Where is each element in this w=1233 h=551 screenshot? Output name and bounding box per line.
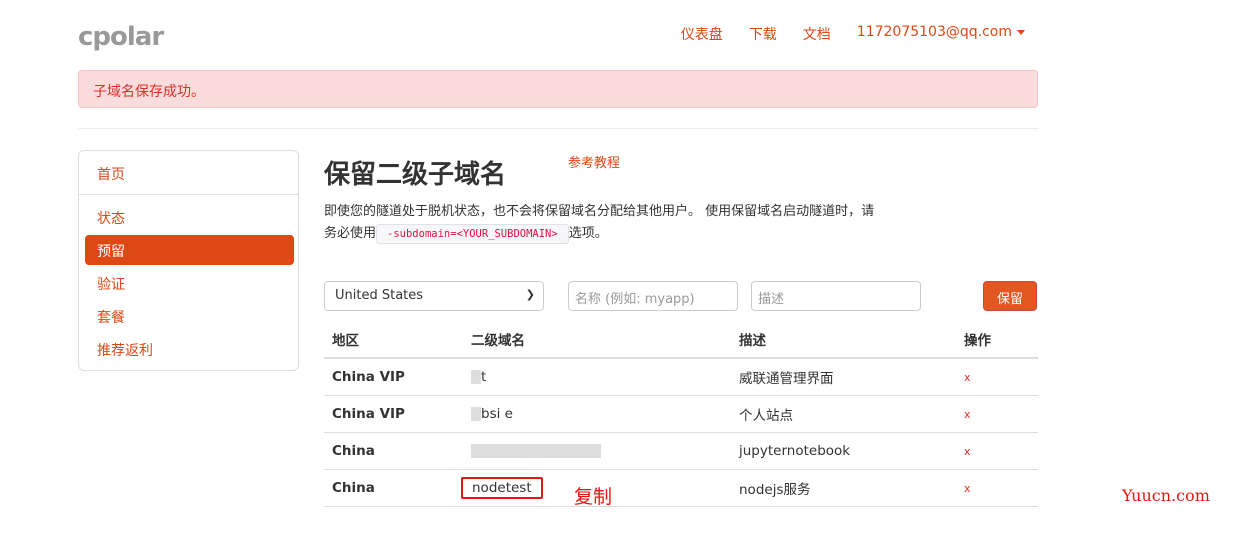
sidebar: 首页 状态 预留 验证 套餐 推荐返利 [78, 150, 299, 371]
table-row: China nodetest nodejs服务 x [324, 469, 1038, 507]
nav-dashboard[interactable]: 仪表盘 [681, 24, 723, 44]
col-action: 操作 [956, 320, 1038, 359]
sidebar-divider [79, 194, 298, 195]
table-row: China VIP bsi e 个人站点 x [324, 395, 1038, 433]
nav-download[interactable]: 下载 [749, 24, 777, 44]
delete-icon[interactable]: x [964, 408, 971, 421]
user-email: 1172075103@qq.com [856, 24, 1012, 40]
caret-down-icon [1017, 29, 1025, 35]
row-domain: bsi e [463, 395, 731, 433]
region-select[interactable]: United States ❯ [324, 281, 544, 311]
row-domain [463, 432, 731, 470]
subdomain-code: -subdomain=<YOUR_SUBDOMAIN> [376, 224, 569, 244]
name-input[interactable]: 名称 (例如: myapp) [568, 281, 738, 311]
delete-icon[interactable]: x [964, 445, 971, 458]
row-desc: nodejs服务 [731, 469, 956, 507]
row-domain: t [463, 358, 731, 396]
sidebar-item-referral[interactable]: 推荐返利 [85, 334, 294, 364]
col-description: 描述 [731, 320, 956, 359]
top-nav: 仪表盘 下载 文档 1172075103@qq.com [681, 24, 1025, 44]
col-region: 地区 [324, 320, 463, 359]
sidebar-item-verify[interactable]: 验证 [85, 268, 294, 298]
watermark: Yuucn.com [1122, 486, 1210, 505]
description-input[interactable]: 描述 [751, 281, 921, 311]
delete-icon[interactable]: x [964, 371, 971, 384]
region-value: United States [335, 288, 424, 303]
page-title: 保留二级子域名 [324, 160, 507, 190]
row-region: China VIP [324, 358, 463, 396]
row-region: China [324, 469, 463, 507]
sidebar-item-home[interactable]: 首页 [85, 158, 294, 188]
sidebar-item-status[interactable]: 状态 [85, 202, 294, 232]
reserve-button[interactable]: 保留 [983, 281, 1037, 311]
table-row: China jupyternotebook x [324, 432, 1038, 470]
nav-docs[interactable]: 文档 [803, 24, 831, 44]
row-region: China [324, 432, 463, 470]
tutorial-link[interactable]: 参考教程 [568, 152, 620, 171]
col-subdomain: 二级域名 [463, 320, 731, 359]
copy-annotation: 复制 [574, 486, 613, 508]
success-alert: 子域名保存成功。 [78, 70, 1038, 108]
row-region: China VIP [324, 395, 463, 433]
page-description: 即使您的隧道处于脱机状态，也不会将保留域名分配给其他用户。 使用保留域名启动隧道… [324, 201, 884, 245]
sidebar-item-reserved[interactable]: 预留 [85, 235, 294, 265]
divider [78, 128, 1038, 129]
logo[interactable]: cpolar [78, 22, 164, 52]
delete-icon[interactable]: x [964, 482, 971, 495]
row-desc: jupyternotebook [731, 432, 956, 470]
chevron-down-icon: ❯ [525, 288, 535, 301]
highlight-box[interactable]: nodetest [461, 476, 543, 499]
table-header: 地区 二级域名 描述 操作 [324, 320, 1038, 359]
reserved-domains-table: 地区 二级域名 描述 操作 China VIP t 威联通管理界面 x Chin… [324, 320, 1038, 507]
desc-text-end: 选项。 [568, 226, 608, 241]
row-desc: 威联通管理界面 [731, 358, 956, 396]
user-menu[interactable]: 1172075103@qq.com [857, 24, 1025, 44]
sidebar-item-plan[interactable]: 套餐 [85, 301, 294, 331]
table-row: China VIP t 威联通管理界面 x [324, 358, 1038, 396]
row-desc: 个人站点 [731, 395, 956, 433]
